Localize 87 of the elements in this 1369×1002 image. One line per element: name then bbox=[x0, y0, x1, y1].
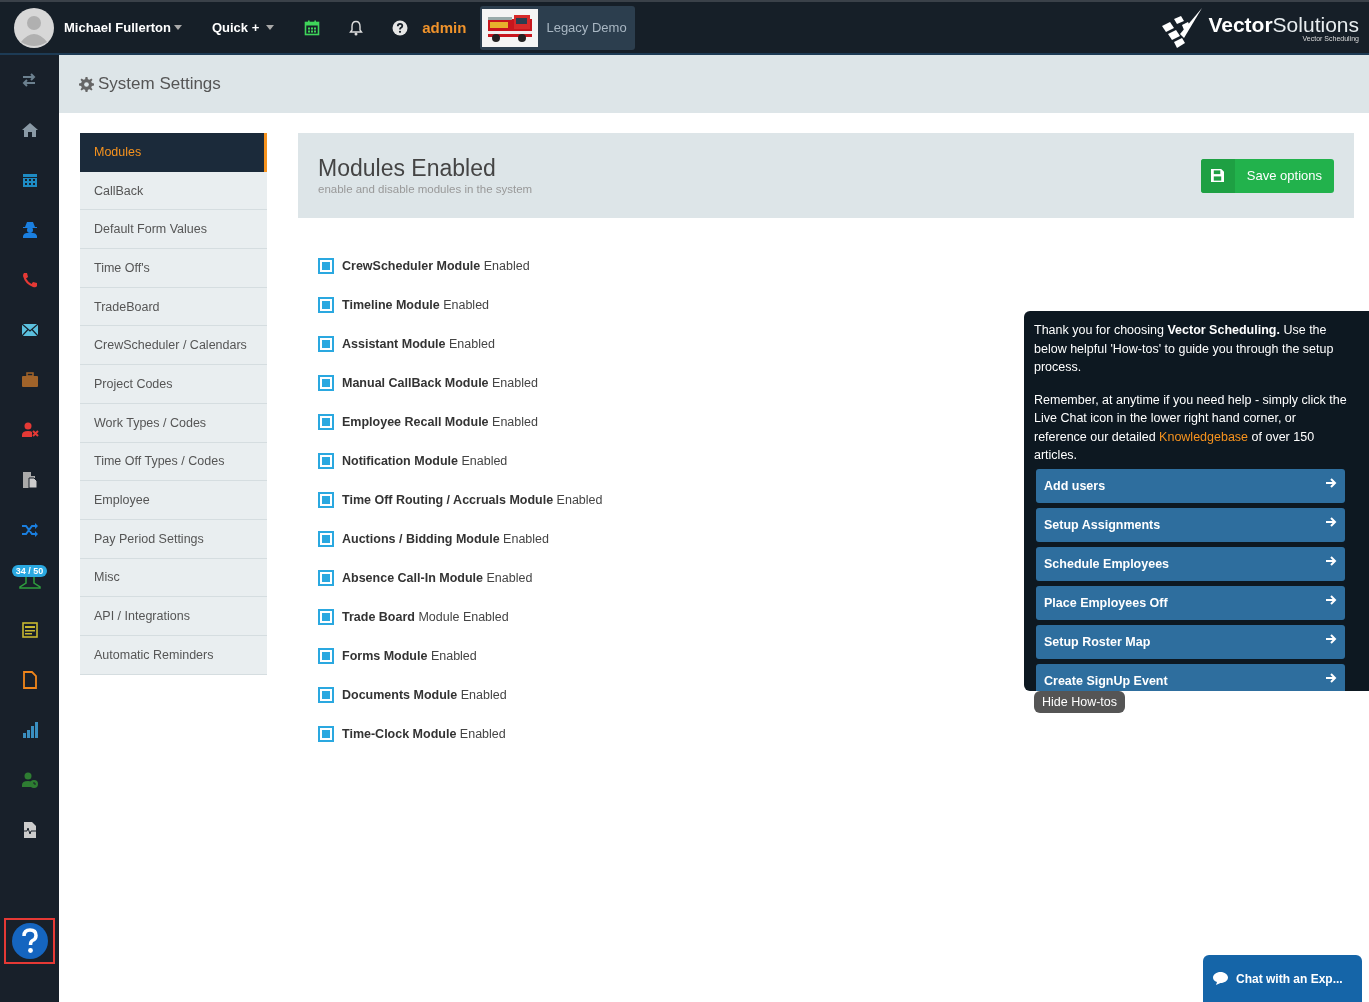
notification-bell-icon[interactable] bbox=[348, 19, 365, 36]
arrow-right-icon bbox=[1325, 515, 1337, 528]
settings-nav-item[interactable]: Time Off's bbox=[80, 249, 267, 288]
settings-nav-item[interactable]: Employee bbox=[80, 481, 267, 520]
user-menu[interactable]: Michael Fullerton bbox=[64, 20, 182, 35]
settings-nav-item[interactable]: Pay Period Settings bbox=[80, 519, 267, 559]
help-text: Remember, at anytime if you need help - simply click the Live Chat icon in the lower right hand corner, or reference our detailed Knowledgebase of over 150 articles. bbox=[1034, 391, 1348, 464]
phone-icon[interactable] bbox=[20, 271, 39, 289]
caret-icon bbox=[266, 25, 275, 30]
howto-button[interactable]: Setup Assignments bbox=[1036, 507, 1345, 542]
settings-nav-item[interactable]: Default Form Values bbox=[80, 210, 267, 250]
panel-title: Modules Enabled bbox=[318, 155, 497, 182]
page-title: System Settings bbox=[98, 74, 221, 94]
calendar-icon[interactable] bbox=[20, 171, 39, 189]
checkbox[interactable] bbox=[318, 530, 334, 547]
arrow-right-icon bbox=[1325, 671, 1337, 684]
settings-nav-item[interactable]: TradeBoard bbox=[80, 287, 267, 327]
settings-nav-item[interactable]: Time Off Types / Codes bbox=[80, 442, 267, 482]
quick-menu[interactable]: Quick + bbox=[211, 20, 275, 35]
settings-nav-item[interactable]: Work Types / Codes bbox=[80, 403, 267, 443]
howto-button[interactable]: Setup Roster Map bbox=[1036, 624, 1345, 659]
file-icon[interactable] bbox=[20, 671, 39, 689]
arrow-right-icon bbox=[1325, 632, 1337, 645]
settings-nav-item[interactable]: CrewScheduler / Calendars bbox=[80, 326, 267, 366]
checkbox[interactable] bbox=[318, 413, 334, 430]
module-label: Time Off Routing / Accruals Module Enabled bbox=[342, 492, 603, 507]
howto-button[interactable]: Create SignUp Event bbox=[1036, 663, 1345, 691]
hide-howtos-button[interactable]: Hide How-tos bbox=[1034, 690, 1126, 713]
module-label: Timeline Module Enabled bbox=[342, 297, 490, 312]
checkbox[interactable] bbox=[318, 608, 334, 625]
caret-icon bbox=[173, 25, 182, 30]
settings-nav-item[interactable]: Modules bbox=[80, 133, 267, 172]
envelope-icon[interactable] bbox=[20, 321, 39, 339]
account-switcher[interactable]: Legacy Demo bbox=[480, 5, 635, 50]
briefcase-icon[interactable] bbox=[20, 371, 39, 389]
checkbox[interactable] bbox=[318, 296, 334, 313]
user-clock-icon[interactable] bbox=[20, 771, 39, 789]
schedule-list-icon[interactable] bbox=[20, 621, 39, 639]
welcome-text: Thank you for choosing Vector Scheduling. Use the below helpful 'How-tos' to guide you through the setup process. bbox=[1034, 322, 1335, 376]
settings-nav-item[interactable]: CallBack bbox=[80, 171, 267, 211]
module-label: Forms Module Enabled bbox=[342, 648, 477, 663]
user-remove-icon[interactable] bbox=[20, 421, 39, 439]
help-icon[interactable] bbox=[10, 922, 49, 960]
checkbox[interactable] bbox=[318, 257, 334, 274]
module-label: CrewScheduler Module Enabled bbox=[342, 258, 530, 273]
module-label: Notification Module Enabled bbox=[342, 453, 508, 468]
module-label: Assistant Module Enabled bbox=[342, 336, 495, 351]
checkbox[interactable] bbox=[318, 491, 334, 508]
module-label: Employee Recall Module Enabled bbox=[342, 414, 538, 429]
checkbox[interactable] bbox=[318, 647, 334, 664]
checkbox[interactable] bbox=[318, 725, 334, 742]
knowledgebase-link[interactable]: Knowledgebase bbox=[1159, 429, 1249, 444]
help-icon[interactable] bbox=[392, 19, 409, 36]
chat-button[interactable]: Chat with an Exp... bbox=[1203, 955, 1362, 1002]
module-label: Manual CallBack Module Enabled bbox=[342, 375, 538, 390]
user-avatar[interactable] bbox=[14, 7, 54, 48]
settings-nav-item[interactable]: Misc bbox=[80, 558, 267, 598]
howto-button[interactable]: Schedule Employees bbox=[1036, 546, 1345, 581]
module-label: Documents Module Enabled bbox=[342, 687, 507, 702]
bar-chart-icon[interactable] bbox=[20, 721, 39, 739]
arrow-right-icon bbox=[1325, 593, 1337, 606]
arrow-right-icon bbox=[1325, 554, 1337, 567]
count-badge: 34 / 50 bbox=[11, 565, 48, 577]
home-icon[interactable] bbox=[20, 121, 39, 139]
settings-icon bbox=[79, 76, 94, 92]
module-label: Absence Call-In Module Enabled bbox=[342, 570, 533, 585]
copy-icon[interactable] bbox=[20, 471, 39, 489]
checkbox[interactable] bbox=[318, 569, 334, 586]
howto-button[interactable]: Add users bbox=[1036, 468, 1345, 503]
spy-user-icon[interactable] bbox=[20, 221, 39, 239]
checkbox[interactable] bbox=[318, 374, 334, 391]
checkbox[interactable] bbox=[318, 452, 334, 469]
settings-nav-item[interactable]: Automatic Reminders bbox=[80, 635, 267, 675]
checkbox[interactable] bbox=[318, 686, 334, 703]
settings-nav-item[interactable]: API / Integrations bbox=[80, 597, 267, 636]
shuffle-icon[interactable] bbox=[20, 521, 39, 539]
settings-nav-item[interactable]: Project Codes bbox=[80, 365, 267, 404]
chat-bubble-icon bbox=[1213, 972, 1228, 985]
admin-link[interactable]: admin bbox=[422, 19, 467, 36]
arrow-right-icon bbox=[1325, 476, 1337, 489]
howto-button[interactable]: Place Employees Off bbox=[1036, 585, 1345, 620]
module-label: Time-Clock Module Enabled bbox=[342, 726, 506, 741]
checkbox[interactable] bbox=[318, 335, 334, 352]
calendar-icon[interactable] bbox=[304, 19, 321, 36]
module-label: Trade Board Module Enabled bbox=[342, 609, 509, 624]
panel-subtitle: enable and disable modules in the system bbox=[318, 183, 533, 196]
module-label: Auctions / Bidding Module Enabled bbox=[342, 531, 549, 546]
